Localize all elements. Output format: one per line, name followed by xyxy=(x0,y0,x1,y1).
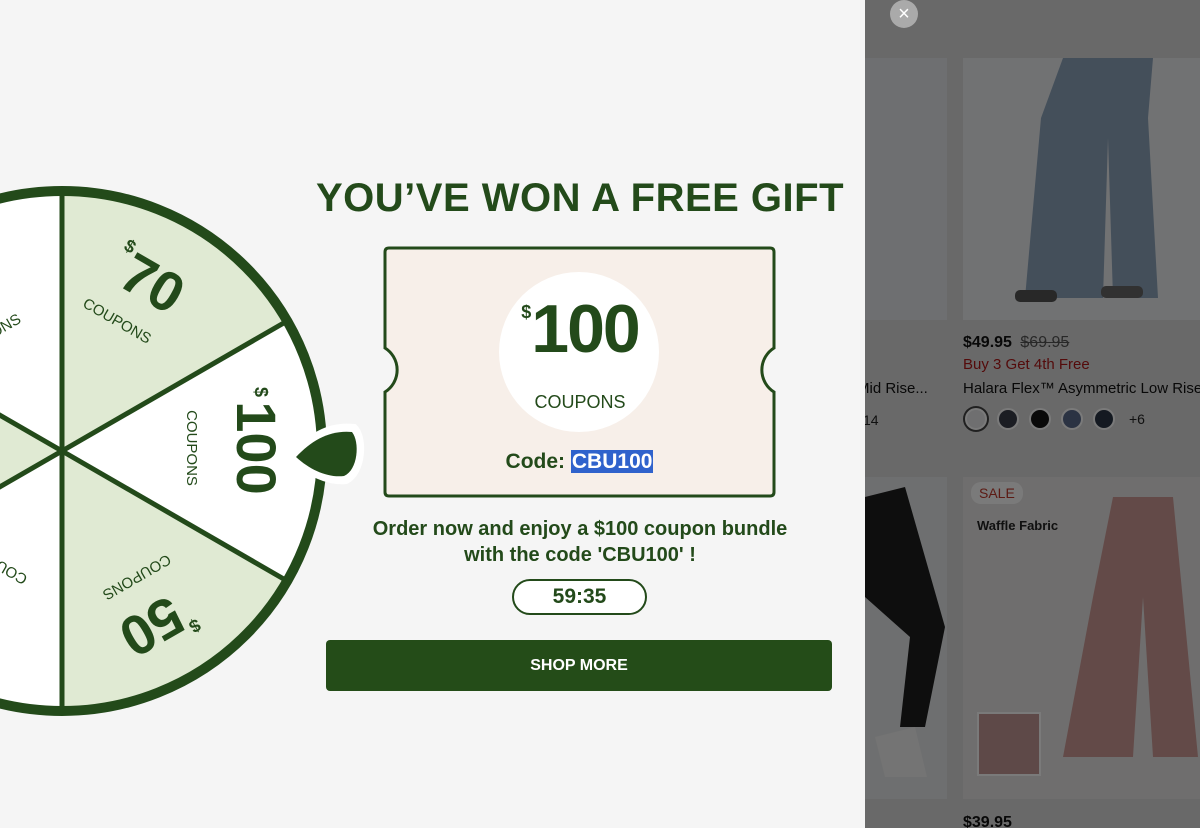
product-name[interactable]: Mid Rise... xyxy=(865,380,928,397)
wheel-100-label: COUPONS xyxy=(183,410,200,486)
store-background: $49.95 $69.95 Buy 3 Get 4th Free Mid Ris… xyxy=(865,0,1200,828)
close-icon[interactable]: × xyxy=(890,0,918,28)
code-label: Code: xyxy=(505,450,566,473)
more-colors[interactable]: +6 xyxy=(1129,411,1145,427)
leggings-image xyxy=(865,487,945,777)
offer-message: Order now and enjoy a $100 coupon bundle… xyxy=(372,518,788,566)
fabric-thumbnail[interactable] xyxy=(977,712,1041,776)
product-image[interactable] xyxy=(865,477,947,799)
wide-leg-jeans-image xyxy=(1015,58,1158,302)
product-price: $49.95 xyxy=(963,334,1012,351)
product-price: $39.95 xyxy=(963,814,1012,828)
product-promo: Buy 3 Get 4th Free xyxy=(963,356,1090,373)
spin-win-modal: 70 $ COUPONS 100 $ COUPONS 50 $ COUPONS … xyxy=(0,0,865,828)
color-swatch[interactable] xyxy=(1029,408,1051,430)
product-image[interactable] xyxy=(963,58,1200,320)
wheel-100-amount: 100 xyxy=(225,401,288,494)
prize-wheel: 70 $ COUPONS 100 $ COUPONS 50 $ COUPONS … xyxy=(0,186,365,716)
coupon-code[interactable]: CBU100 xyxy=(570,450,654,473)
color-swatch[interactable] xyxy=(1061,408,1083,430)
color-swatches: +6 xyxy=(965,408,1145,430)
color-swatch[interactable] xyxy=(1093,408,1115,430)
coupon-currency: $ xyxy=(521,302,531,322)
product-image[interactable] xyxy=(865,58,947,320)
product-old-price: $69.95 xyxy=(1020,334,1070,351)
color-swatch[interactable] xyxy=(997,408,1019,430)
coupon-value: 100 xyxy=(531,291,640,367)
shop-more-button[interactable]: SHOP MORE xyxy=(326,640,832,691)
color-swatch[interactable] xyxy=(965,408,987,430)
fabric-label: Waffle Fabric xyxy=(977,518,1059,533)
product-price-row: $49.95 $69.95 xyxy=(963,334,1069,352)
coupon-label: COUPONS xyxy=(534,392,626,412)
sale-badge: SALE xyxy=(971,482,1023,504)
product-name[interactable]: Halara Flex™ Asymmetric Low Rise... xyxy=(963,380,1200,397)
countdown-timer: 59:35 xyxy=(512,579,647,615)
coupon-code-row: Code: CBU100 xyxy=(383,450,776,474)
coupon-amount: $100 xyxy=(500,290,660,368)
wheel-100-currency: $ xyxy=(251,387,271,397)
modal-title: YOU’VE WON A FREE GIFT xyxy=(315,176,845,220)
color-count: 14 xyxy=(865,412,879,428)
